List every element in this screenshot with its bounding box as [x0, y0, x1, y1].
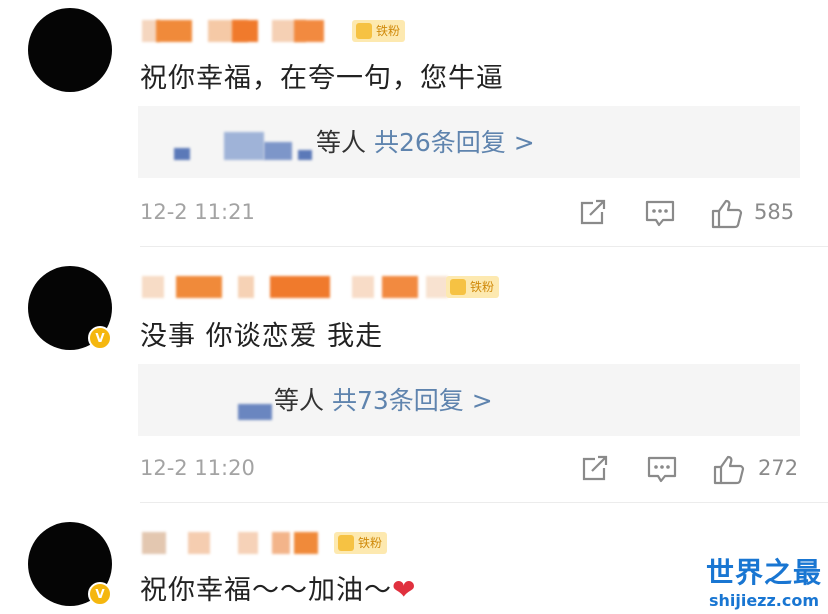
- username-blurred[interactable]: [142, 20, 352, 42]
- reply-users-blurred: [238, 404, 278, 420]
- username-blurred[interactable]: [142, 276, 452, 298]
- divider: [140, 502, 828, 503]
- watermark-url: shijiezz.com: [708, 591, 820, 610]
- comment-text-body: 祝你幸福～～加油～: [140, 575, 392, 606]
- fan-badge-label: 铁粉: [358, 536, 383, 550]
- fan-badge: 铁粉: [352, 20, 406, 42]
- verified-badge: V: [88, 326, 112, 350]
- comment-time: 12-2 11:21: [140, 200, 255, 224]
- reply-users-blurred: [174, 128, 314, 160]
- reply-preview[interactable]: 等人 共73条回复 >: [138, 364, 800, 436]
- fan-badge: 铁粉: [334, 532, 388, 554]
- fan-badge-icon: [338, 535, 354, 551]
- watermark-title: 世界之最: [705, 556, 822, 589]
- like-count: 272: [758, 456, 799, 480]
- comment-text: 没事 你谈恋爱 我走: [140, 321, 384, 352]
- reply-count-link[interactable]: 共73条回复 >: [332, 386, 493, 415]
- watermark: 世界之最 shijiezz.com: [706, 551, 822, 610]
- comment-icon[interactable]: [646, 454, 678, 484]
- fan-badge: 铁粉: [446, 276, 500, 298]
- share-icon[interactable]: [578, 198, 608, 228]
- fan-badge-icon: [450, 279, 466, 295]
- like-count: 585: [754, 200, 795, 224]
- share-icon[interactable]: [580, 454, 610, 484]
- comment-text: 祝你幸福，在夸一句，您牛逼: [140, 63, 504, 94]
- verified-badge: V: [88, 582, 112, 606]
- heart-emoji: ❤: [392, 573, 417, 606]
- reply-suffix: 等人: [316, 128, 367, 157]
- fan-badge-label: 铁粉: [376, 24, 401, 38]
- divider: [140, 246, 828, 247]
- fan-badge-label: 铁粉: [470, 280, 495, 294]
- avatar[interactable]: [28, 8, 112, 92]
- reply-count-link[interactable]: 共26条回复 >: [374, 128, 535, 157]
- fan-badge-icon: [356, 23, 372, 39]
- comment-icon[interactable]: [644, 198, 676, 228]
- reply-suffix: 等人: [274, 386, 325, 415]
- username-blurred[interactable]: [142, 532, 332, 554]
- comment-text: 祝你幸福～～加油～❤: [140, 568, 416, 607]
- reply-preview[interactable]: 等人 共26条回复 >: [138, 106, 800, 178]
- comment-time: 12-2 11:20: [140, 456, 255, 480]
- thumbs-up-icon[interactable]: [710, 198, 744, 229]
- thumbs-up-icon[interactable]: [712, 454, 746, 485]
